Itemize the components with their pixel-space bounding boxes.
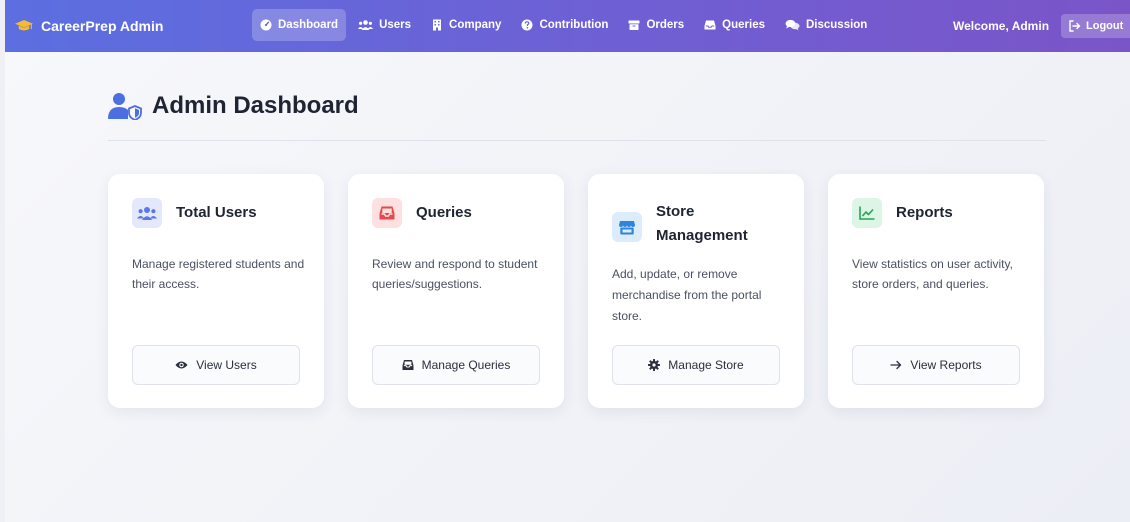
inbox-icon — [379, 206, 395, 220]
nav-item-queries[interactable]: Queries — [696, 9, 773, 41]
nav-item-contribution[interactable]: Contribution — [513, 9, 616, 41]
card-total-users: Total Users Manage registered students a… — [108, 174, 324, 408]
card-icon-box — [372, 198, 402, 228]
nav-label: Dashboard — [278, 19, 339, 31]
welcome-text: Welcome, Admin — [953, 19, 1050, 33]
button-label: Manage Queries — [421, 358, 511, 372]
nav-label: Contribution — [539, 19, 609, 31]
view-users-button[interactable]: View Users — [132, 345, 300, 385]
chart-line-icon — [859, 206, 875, 220]
brand-name: CareerPrep Admin — [41, 18, 164, 34]
user-shield-icon — [108, 93, 142, 120]
comments-icon — [785, 19, 800, 31]
card-title: Store Management — [656, 203, 748, 244]
page: CareerPrep Admin Dashboard Users Company… — [5, 0, 1130, 522]
manage-queries-button[interactable]: Manage Queries — [372, 345, 540, 385]
button-label: View Users — [196, 358, 257, 372]
card-icon-box — [612, 212, 642, 242]
nav-item-dashboard[interactable]: Dashboard — [252, 9, 347, 41]
view-reports-button[interactable]: View Reports — [852, 345, 1020, 385]
card-description: View statistics on user activity, store … — [852, 257, 1013, 291]
card-title: Reports — [896, 204, 953, 221]
sign-out-icon — [1069, 20, 1081, 32]
card-title: Queries — [416, 204, 472, 221]
graduation-cap-icon — [15, 20, 33, 31]
users-icon — [137, 206, 157, 220]
box-icon — [628, 20, 640, 30]
brand[interactable]: CareerPrep Admin — [15, 0, 163, 52]
logout-label: Logout — [1086, 20, 1124, 32]
button-label: View Reports — [910, 358, 982, 372]
inbox-icon — [704, 20, 716, 30]
nav-item-users[interactable]: Users — [350, 9, 419, 41]
nav-item-company[interactable]: Company — [423, 9, 509, 41]
building-icon — [433, 19, 442, 31]
card-reports: Reports View statistics on user activity… — [828, 174, 1044, 408]
question-circle-icon — [521, 19, 533, 31]
nav-label: Users — [379, 19, 412, 31]
button-label: Manage Store — [668, 358, 744, 372]
card-description: Add, update, or remove merchandise from … — [612, 267, 762, 323]
header-divider — [108, 140, 1046, 141]
card-queries: Queries Review and respond to student qu… — [348, 174, 564, 408]
card-icon-box — [132, 198, 162, 228]
nav-label: Queries — [722, 19, 765, 31]
card-icon-box — [852, 198, 882, 228]
eye-icon — [175, 361, 188, 369]
arrow-right-icon — [890, 360, 902, 370]
page-title: Admin Dashboard — [152, 92, 359, 119]
card-title: Total Users — [176, 204, 257, 221]
nav-item-orders[interactable]: Orders — [620, 9, 692, 41]
card-description: Review and respond to student queries/su… — [372, 257, 538, 291]
top-navbar: CareerPrep Admin Dashboard Users Company… — [5, 0, 1130, 52]
nav-item-discussion[interactable]: Discussion — [777, 9, 875, 41]
card-header: Queries — [372, 198, 548, 228]
nav-links: Dashboard Users Company Contribution Ord… — [252, 9, 875, 41]
card-store-management: Store Management Add, update, or remove … — [588, 174, 804, 408]
gauge-icon — [260, 19, 272, 31]
manage-store-button[interactable]: Manage Store — [612, 345, 780, 385]
card-header: Store Management — [612, 200, 788, 248]
card-header: Reports — [852, 198, 1028, 228]
inbox-icon — [402, 360, 414, 370]
nav-label: Company — [449, 19, 502, 31]
page-header: Admin Dashboard — [108, 92, 359, 120]
gear-icon — [648, 359, 661, 371]
nav-label: Discussion — [805, 19, 868, 31]
logout-button[interactable]: Logout — [1061, 14, 1130, 38]
nav-label: Orders — [646, 19, 685, 31]
users-icon — [358, 20, 374, 30]
card-header: Total Users — [132, 198, 308, 228]
card-description: Manage registered students and their acc… — [132, 257, 305, 291]
store-icon — [619, 220, 635, 234]
